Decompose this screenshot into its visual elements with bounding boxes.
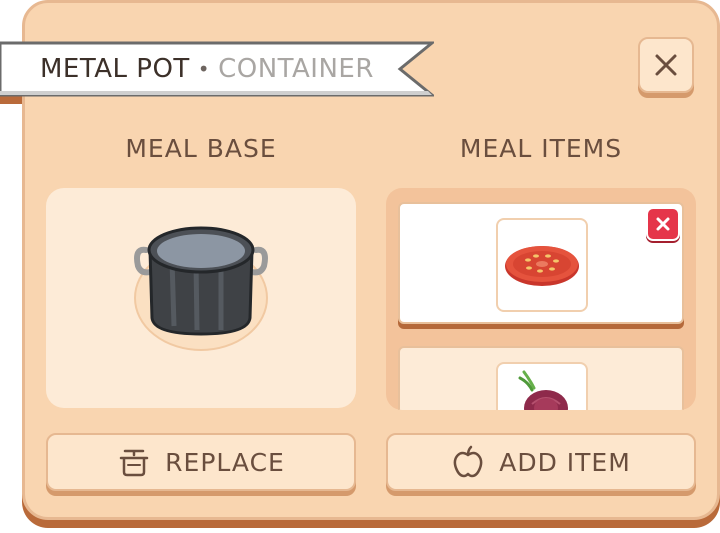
title-separator: •	[197, 57, 211, 81]
close-icon	[655, 54, 677, 76]
meal-item-thumbnail	[496, 218, 588, 312]
meal-base-heading: MEAL BASE	[125, 133, 277, 163]
title-banner: METAL POT • CONTAINER	[0, 41, 434, 97]
tomato-slice-icon	[505, 246, 579, 286]
meal-items-list[interactable]	[386, 188, 696, 410]
item-name: METAL POT	[40, 54, 190, 84]
replace-button[interactable]: REPLACE	[46, 433, 356, 491]
replace-label: REPLACE	[165, 447, 285, 477]
meal-base-slot[interactable]	[46, 188, 356, 408]
meal-item-card[interactable]	[398, 346, 684, 410]
apple-icon	[453, 445, 483, 478]
add-item-button[interactable]: ADD ITEM	[386, 433, 696, 491]
metal-pot-icon	[134, 226, 268, 351]
remove-item-button[interactable]	[646, 207, 680, 241]
add-item-label: ADD ITEM	[499, 447, 631, 477]
red-onion-icon	[518, 370, 568, 410]
item-category: CONTAINER	[218, 54, 374, 84]
close-button[interactable]	[638, 37, 694, 93]
meal-item-thumbnail	[496, 362, 588, 410]
remove-icon	[656, 217, 670, 231]
meal-item-card[interactable]	[398, 202, 684, 324]
pot-icon	[119, 449, 149, 477]
meal-items-heading: MEAL ITEMS	[459, 133, 623, 163]
